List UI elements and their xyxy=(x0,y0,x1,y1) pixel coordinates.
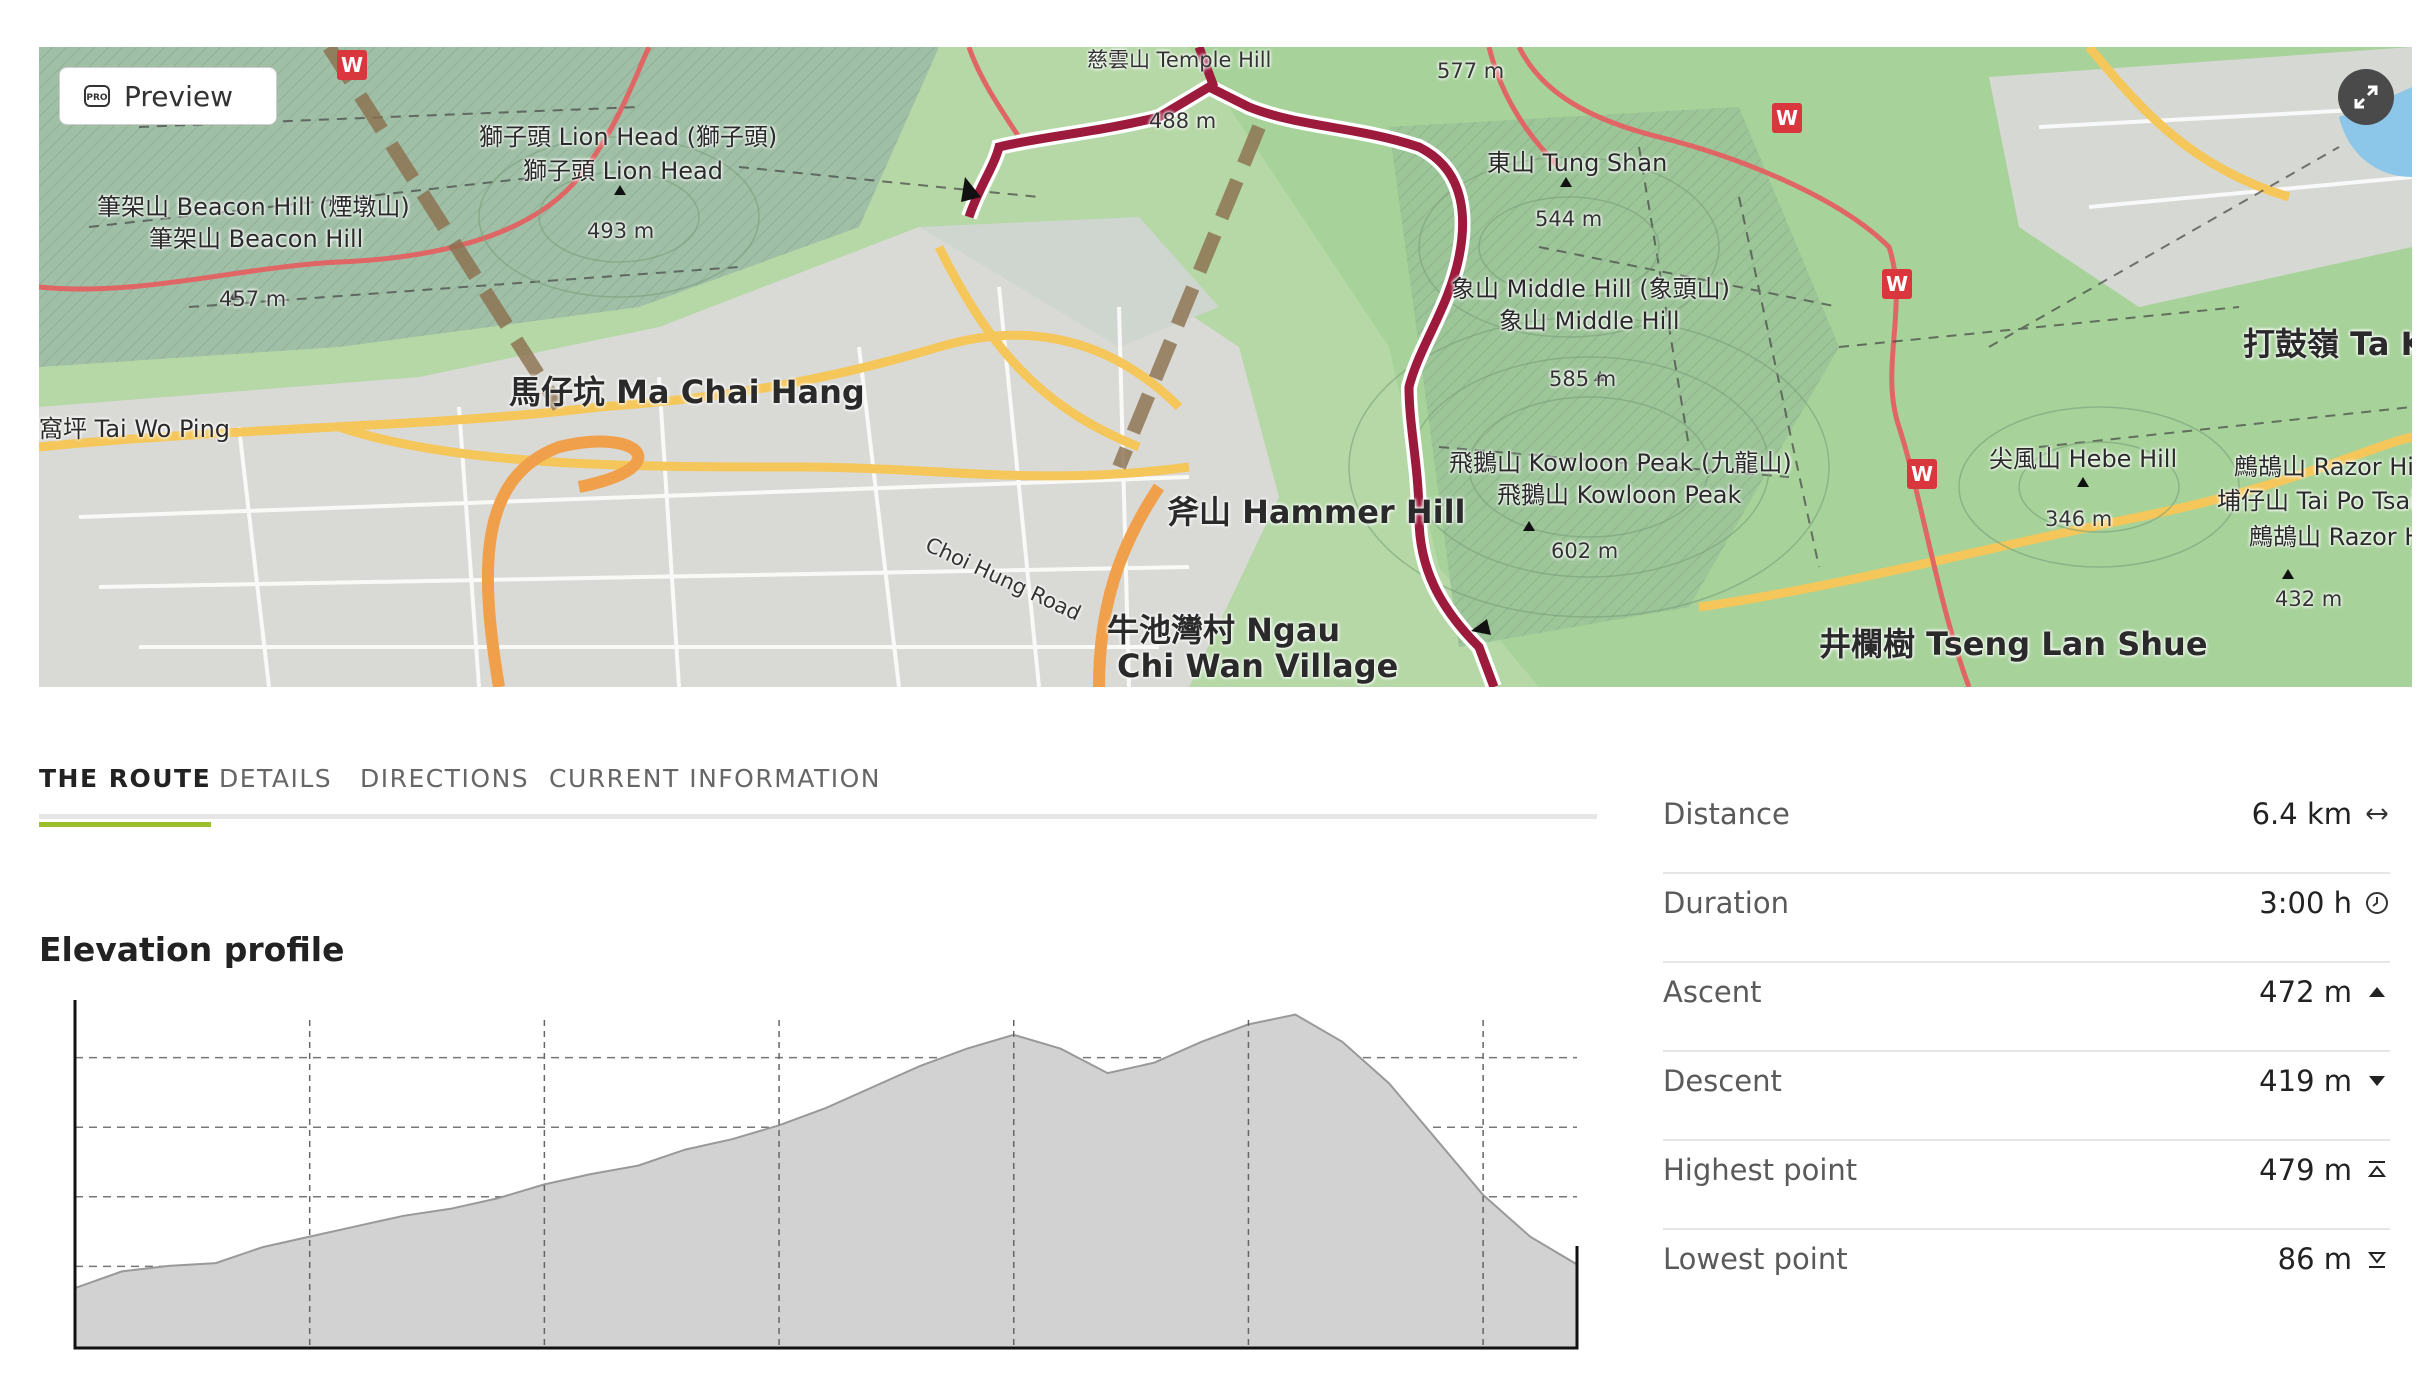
map-label: 獅子頭 Lion Head (獅子頭) xyxy=(479,123,778,151)
stat-value: 472 m xyxy=(2259,975,2352,1009)
tab-details[interactable]: DETAILS xyxy=(219,764,332,814)
map-label: 筆架山 Beacon Hill (煙墩山) xyxy=(97,193,410,221)
stat-distance: Distance 6.4 km xyxy=(1663,785,2390,874)
highest-point-icon xyxy=(2367,1161,2387,1177)
map-label: Chi Wan Village xyxy=(1117,647,1399,685)
stat-lowest-point: Lowest point 86 m xyxy=(1663,1230,2390,1317)
stat-value: 419 m xyxy=(2259,1064,2352,1098)
map-label: 飛鵝山 Kowloon Peak xyxy=(1497,481,1742,509)
map-label: 斧山 Hammer Hill xyxy=(1167,493,1466,531)
stat-label: Ascent xyxy=(1663,975,1762,1009)
map-label: 432 m xyxy=(2275,587,2343,611)
map-tiles xyxy=(39,47,2412,687)
preview-label: Preview xyxy=(124,79,233,113)
map-label: 577 m xyxy=(1437,59,1505,83)
stat-ascent: Ascent 472 m xyxy=(1663,963,2390,1052)
map-label: 牛池灣村 Ngau xyxy=(1107,611,1341,649)
stat-label: Descent xyxy=(1663,1064,1782,1098)
stat-descent: Descent 419 m xyxy=(1663,1052,2390,1141)
map-label: 象山 Middle Hill xyxy=(1499,307,1680,335)
clock-icon xyxy=(2366,892,2388,914)
map-label: 象山 Middle Hill (象頭山) xyxy=(1451,275,1730,303)
stat-label: Highest point xyxy=(1663,1153,1858,1187)
map-label: 585 m xyxy=(1549,367,1617,391)
stat-value: 6.4 km xyxy=(2251,797,2352,831)
route-stats: Distance 6.4 km Duration 3:00 h Ascent 4… xyxy=(1663,785,2390,1317)
stat-value: 86 m xyxy=(2277,1242,2352,1276)
stat-value: 3:00 h xyxy=(2259,886,2352,920)
map-label: 鷓鴣山 Razor Hill xyxy=(2234,453,2412,481)
stat-value: 479 m xyxy=(2259,1153,2352,1187)
elevation-profile-chart[interactable] xyxy=(60,990,1590,1360)
map-label: 筆架山 Beacon Hill xyxy=(149,225,364,253)
map-label: 鷓鴣山 Razor H xyxy=(2249,523,2412,551)
svg-text:PRO: PRO xyxy=(86,93,108,103)
map-label: 獅子頭 Lion Head xyxy=(523,157,723,185)
stat-label: Duration xyxy=(1663,886,1789,920)
map-label: 東山 Tung Shan xyxy=(1487,149,1668,177)
map-label: 埔仔山 Tai Po Tsai xyxy=(2217,487,2412,515)
map-label: 飛鵝山 Kowloon Peak (九龍山) xyxy=(1449,449,1792,477)
distance-arrows-icon xyxy=(2366,808,2388,820)
fullscreen-button[interactable] xyxy=(2338,69,2394,125)
elevation-area xyxy=(74,1013,1578,1349)
expand-icon xyxy=(2354,85,2378,109)
stat-label: Lowest point xyxy=(1663,1242,1848,1276)
map-label: 馬仔坑 Ma Chai Hang xyxy=(509,373,865,411)
tab-directions[interactable]: DIRECTIONS xyxy=(360,764,529,814)
stat-label: Distance xyxy=(1663,797,1790,831)
map-label: 544 m xyxy=(1535,207,1603,231)
preview-button[interactable]: PRO Preview xyxy=(59,67,277,125)
triangle-up-icon xyxy=(2369,987,2385,997)
tab-current-information[interactable]: CURRENT INFORMATION xyxy=(549,764,881,814)
map-label: 488 m xyxy=(1149,109,1217,133)
map-label: 457 m xyxy=(219,287,287,311)
map-label: 井欄樹 Tseng Lan Shue xyxy=(1819,625,2208,663)
trail-marker-badge: W xyxy=(1882,269,1912,299)
map-label: 493 m xyxy=(587,219,655,243)
trail-marker-badge: W xyxy=(1772,103,1802,133)
map-label: 尖風山 Hebe Hill xyxy=(1989,445,2178,473)
stat-highest-point: Highest point 479 m xyxy=(1663,1141,2390,1230)
lowest-point-icon xyxy=(2367,1252,2387,1268)
map-label: 打鼓嶺 Ta K xyxy=(2243,325,2412,363)
trail-marker-badge: W xyxy=(337,50,367,80)
route-map[interactable]: W W W W 慈雲山 Temple Hill 577 m 488 m 獅子頭 … xyxy=(39,47,2412,687)
map-3d-icon: PRO xyxy=(84,85,110,107)
map-label: 346 m xyxy=(2045,507,2113,531)
triangle-down-icon xyxy=(2369,1076,2385,1086)
tab-the-route[interactable]: THE ROUTE xyxy=(39,764,212,827)
elevation-profile-title: Elevation profile xyxy=(39,930,345,969)
tab-bar: THE ROUTE DETAILS DIRECTIONS CURRENT INF… xyxy=(39,756,1597,827)
stat-duration: Duration 3:00 h xyxy=(1663,874,2390,963)
map-label: 602 m xyxy=(1551,539,1619,563)
trail-marker-badge: W xyxy=(1907,459,1937,489)
map-label: 慈雲山 Temple Hill xyxy=(1087,48,1272,72)
map-label: 窩坪 Tai Wo Ping xyxy=(39,415,231,443)
